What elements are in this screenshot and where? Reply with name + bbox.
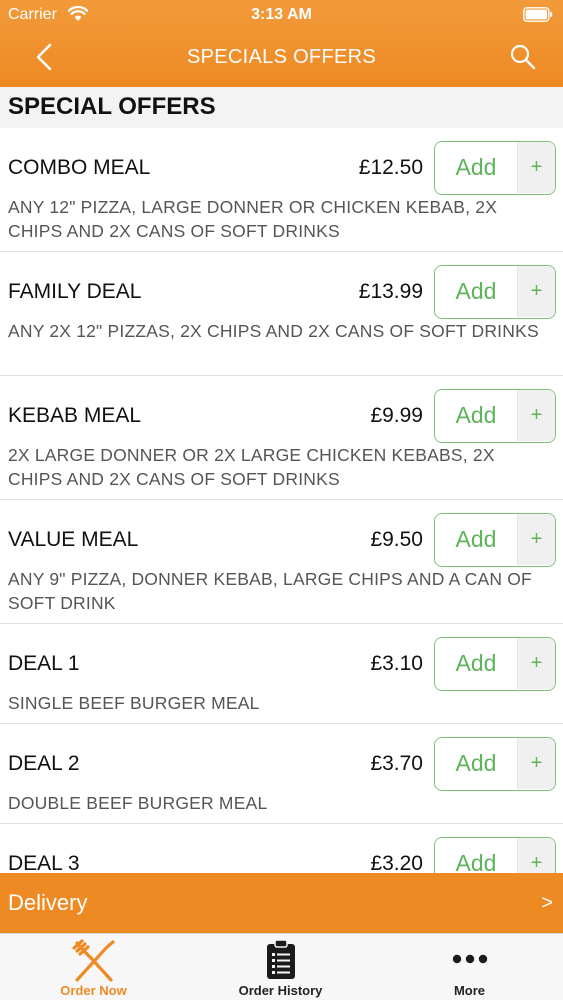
item-name: COMBO MEAL (8, 156, 151, 179)
item-description: ANY 9" PIZZA, DONNER KEBAB, LARGE CHIPS … (8, 569, 532, 613)
item-name: KEBAB MEAL (8, 404, 142, 427)
add-button[interactable]: Add + (434, 141, 556, 195)
page-title: SPECIALS OFFERS (187, 46, 376, 68)
offer-item-combo-meal: COMBO MEAL £12.50 Add + ANY 12" PIZZA, L… (0, 128, 563, 252)
offer-item-family-deal: FAMILY DEAL £13.99 Add + ANY 2X 12" PIZZ… (0, 252, 563, 376)
item-description: ANY 2X 12" PIZZAS, 2X CHIPS AND 2X CANS … (8, 321, 539, 341)
item-price: £9.50 (370, 528, 423, 551)
plus-icon[interactable]: + (517, 514, 555, 565)
nav-bar: SPECIALS OFFERS (0, 30, 563, 87)
offer-item-deal-1: DEAL 1 £3.10 Add + SINGLE BEEF BURGER ME… (0, 624, 563, 724)
add-label: Add (455, 850, 497, 873)
item-price: £3.70 (370, 752, 423, 775)
fork-knife-icon (71, 939, 115, 982)
status-time: 3:13 AM (251, 6, 312, 23)
offer-item-value-meal: VALUE MEAL £9.50 Add + ANY 9" PIZZA, DON… (0, 500, 563, 624)
battery-icon (523, 7, 553, 22)
add-label: Add (455, 650, 497, 676)
tab-label: Order Now (60, 983, 127, 998)
plus-icon[interactable]: + (517, 266, 555, 317)
section-header: SPECIAL OFFERS (0, 87, 563, 128)
item-description: SINGLE BEEF BURGER MEAL (8, 693, 260, 713)
item-price: £9.99 (370, 404, 423, 427)
add-button[interactable]: Add + (434, 737, 556, 791)
plus-icon[interactable]: + (517, 738, 555, 789)
offer-item-deal-2: DEAL 2 £3.70 Add + DOUBLE BEEF BURGER ME… (0, 724, 563, 824)
search-icon[interactable] (509, 43, 537, 71)
delivery-bar[interactable]: Delivery > (0, 873, 563, 933)
plus-icon[interactable]: + (517, 838, 555, 873)
add-button[interactable]: Add + (434, 513, 556, 567)
delivery-label: Delivery (8, 890, 88, 915)
tab-bar: Order Now Order History More (0, 933, 563, 1000)
plus-icon[interactable]: + (517, 638, 555, 689)
offer-item-deal-3: DEAL 3 £3.20 Add + (0, 824, 563, 873)
plus-icon[interactable]: + (517, 390, 555, 441)
item-name: DEAL 2 (8, 752, 80, 775)
item-price: £12.50 (358, 156, 423, 179)
tab-order-history[interactable]: Order History (187, 934, 374, 1000)
add-button[interactable]: Add + (434, 837, 556, 873)
chevron-right-icon: > (541, 892, 553, 914)
item-name: DEAL 1 (8, 652, 80, 675)
clipboard-list-icon (266, 939, 295, 979)
more-dots-icon (452, 954, 487, 964)
item-name: FAMILY DEAL (8, 280, 142, 303)
item-name: DEAL 3 (8, 852, 80, 873)
item-price: £3.20 (370, 852, 423, 873)
item-name: VALUE MEAL (8, 528, 139, 551)
add-label: Add (455, 402, 497, 428)
header: Carrier 3:13 AM SPECIALS OFFERS (0, 0, 563, 87)
status-bar: Carrier 3:13 AM (0, 0, 563, 30)
offers-list[interactable]: SPECIAL OFFERS COMBO MEAL £12.50 Add + A… (0, 87, 563, 873)
add-label: Add (455, 750, 497, 776)
item-price: £3.10 (370, 652, 423, 675)
tab-label: More (453, 983, 486, 998)
add-button[interactable]: Add + (434, 389, 556, 443)
offer-item-kebab-meal: KEBAB MEAL £9.99 Add + 2X LARGE DONNER O… (0, 376, 563, 500)
add-label: Add (455, 278, 497, 304)
item-description: 2X LARGE DONNER OR 2X LARGE CHICKEN KEBA… (8, 445, 495, 489)
add-button[interactable]: Add + (434, 265, 556, 319)
tab-label: Order History (238, 983, 323, 998)
item-price: £13.99 (358, 280, 423, 303)
add-label: Add (455, 526, 497, 552)
plus-icon[interactable]: + (517, 142, 555, 193)
tab-more[interactable]: More (376, 934, 563, 1000)
item-description: DOUBLE BEEF BURGER MEAL (8, 793, 268, 813)
add-button[interactable]: Add + (434, 637, 556, 691)
tab-order-now[interactable]: Order Now (0, 934, 187, 1000)
item-description: ANY 12" PIZZA, LARGE DONNER OR CHICKEN K… (8, 197, 498, 241)
add-label: Add (455, 154, 497, 180)
